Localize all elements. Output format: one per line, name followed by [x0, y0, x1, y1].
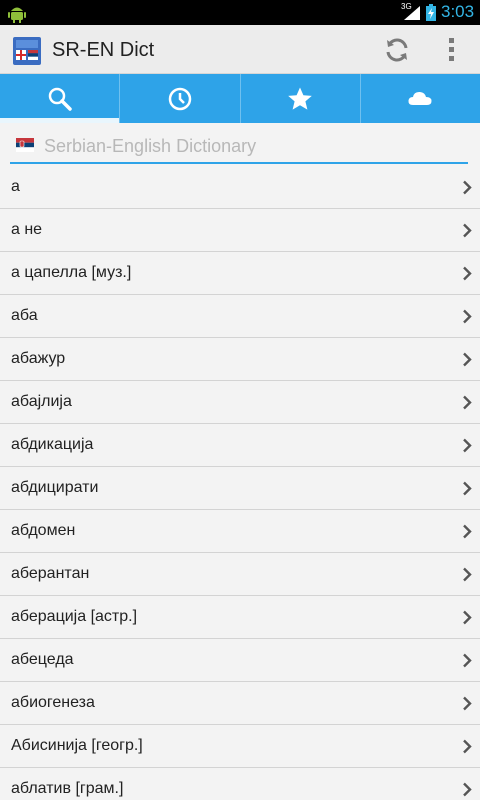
word-label: Абисинија [геогр.]	[11, 737, 143, 754]
chevron-right-icon	[463, 395, 472, 410]
list-item[interactable]: а не	[0, 209, 480, 252]
word-label: а	[11, 178, 20, 195]
status-bar: 3G 3:03	[0, 0, 480, 25]
tab-cloud[interactable]	[361, 74, 480, 123]
chevron-right-icon	[463, 481, 472, 496]
chevron-right-icon	[463, 223, 472, 238]
chevron-right-icon	[463, 696, 472, 711]
list-item[interactable]: абдицирати	[0, 467, 480, 510]
list-item[interactable]: а цапелла [муз.]	[0, 252, 480, 295]
search-field	[10, 132, 468, 164]
list-item[interactable]: Абисинија [геогр.]	[0, 725, 480, 768]
chevron-right-icon	[463, 266, 472, 281]
star-icon	[288, 87, 312, 110]
chevron-right-icon	[463, 782, 472, 797]
status-clock: 3:03	[441, 2, 475, 21]
word-label: аберација [астр.]	[11, 608, 138, 625]
list-item[interactable]: а	[0, 166, 480, 209]
word-label: а цапелла [муз.]	[11, 264, 132, 281]
chevron-right-icon	[463, 309, 472, 324]
chevron-right-icon	[463, 653, 472, 668]
chevron-right-icon	[463, 739, 472, 754]
word-list: а а не а цапелла [муз.] аба абажур абајлија аб…	[0, 166, 480, 800]
word-label: аблатив [грам.]	[11, 780, 124, 797]
word-label: абдикација	[11, 436, 94, 453]
word-label: абајлија	[11, 393, 72, 410]
list-item[interactable]: аберантан	[0, 553, 480, 596]
list-item[interactable]: аба	[0, 295, 480, 338]
word-label: абдицирати	[11, 479, 99, 496]
overflow-menu-icon[interactable]	[438, 35, 466, 65]
chevron-right-icon	[463, 180, 472, 195]
word-label: абиогенеза	[11, 694, 95, 711]
list-item[interactable]: аблатив [грам.]	[0, 768, 480, 800]
word-label: абецеда	[11, 651, 74, 668]
word-label: абажур	[11, 350, 66, 367]
search-icon	[48, 87, 72, 111]
app-title: SR-EN Dict	[52, 39, 155, 61]
cloud-icon	[408, 91, 432, 105]
serbia-flag-icon	[16, 138, 34, 152]
tab-bar	[0, 74, 480, 123]
battery-charging-icon	[426, 4, 436, 21]
list-item[interactable]: абдикација	[0, 424, 480, 467]
word-label: аберантан	[11, 565, 90, 582]
list-item[interactable]: аберација [астр.]	[0, 596, 480, 639]
signal-icon	[404, 6, 420, 20]
list-item[interactable]: абдомен	[0, 510, 480, 553]
app-icon[interactable]	[13, 37, 41, 65]
action-bar: SR-EN Dict	[0, 25, 480, 74]
list-item[interactable]: абецеда	[0, 639, 480, 682]
android-robot-icon	[8, 7, 26, 23]
list-item[interactable]: абајлија	[0, 381, 480, 424]
chevron-right-icon	[463, 524, 472, 539]
chevron-right-icon	[463, 610, 472, 625]
clock-icon	[168, 87, 192, 110]
search-input[interactable]	[44, 132, 464, 160]
word-label: абдомен	[11, 522, 76, 539]
word-label: а не	[11, 221, 43, 238]
tab-search[interactable]	[0, 74, 121, 123]
chevron-right-icon	[463, 438, 472, 453]
list-item[interactable]: абиогенеза	[0, 682, 480, 725]
refresh-icon[interactable]	[382, 35, 412, 65]
chevron-right-icon	[463, 567, 472, 582]
tab-history[interactable]	[120, 74, 241, 123]
tab-favorites[interactable]	[241, 74, 361, 123]
chevron-right-icon	[463, 352, 472, 367]
list-item[interactable]: абажур	[0, 338, 480, 381]
word-label: аба	[11, 307, 38, 324]
